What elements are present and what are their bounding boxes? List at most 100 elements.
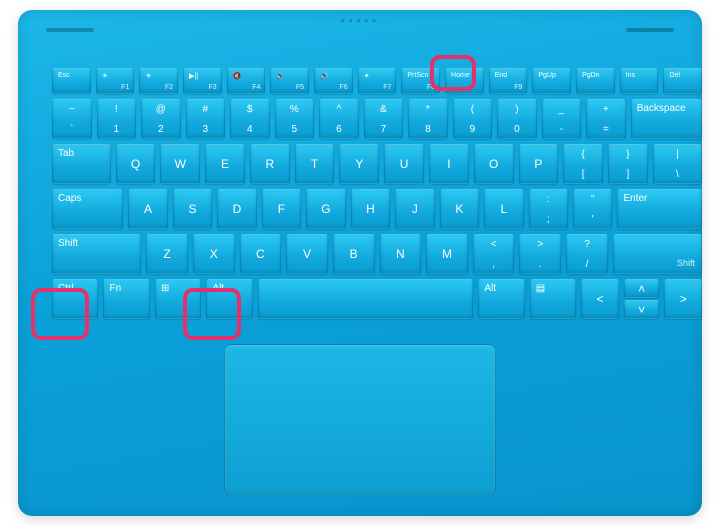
key-f5-label: 🔉: [276, 72, 285, 80]
key-quote[interactable]: "': [573, 189, 612, 229]
key-backslash[interactable]: |\: [653, 144, 702, 184]
key-f2-sub: F2: [165, 84, 173, 91]
key-f2-label: ☀: [145, 72, 151, 80]
key-f3-sub: F3: [209, 84, 217, 91]
key-h[interactable]: H: [351, 189, 390, 229]
key-slash[interactable]: ?/: [566, 234, 608, 274]
key-8[interactable]: *8: [408, 99, 448, 139]
key-4[interactable]: $4: [230, 99, 270, 139]
key-z[interactable]: Z: [146, 234, 188, 274]
key-3[interactable]: #3: [186, 99, 226, 139]
key-comma[interactable]: <,: [473, 234, 515, 274]
key-r[interactable]: R: [250, 144, 290, 184]
key-f1-label: ☀: [102, 72, 108, 80]
key-fn[interactable]: Fn: [103, 279, 149, 319]
key-c[interactable]: C: [240, 234, 282, 274]
key-pgdn[interactable]: PgDn: [576, 68, 615, 94]
key-backspace[interactable]: Backspace: [631, 99, 702, 139]
key-prtscn[interactable]: PrtScnF8: [401, 68, 440, 94]
key-end-sub: F9: [514, 84, 522, 91]
key-tab[interactable]: Tab: [52, 144, 111, 184]
key-menu[interactable]: ▤: [530, 279, 576, 319]
key-semicolon[interactable]: :;: [529, 189, 568, 229]
key-pgup[interactable]: PgUp: [532, 68, 571, 94]
key-lctrl[interactable]: Ctrl: [52, 279, 98, 319]
key-o[interactable]: O: [474, 144, 514, 184]
key-w[interactable]: W: [160, 144, 200, 184]
key-del[interactable]: Del: [663, 68, 702, 94]
key-up[interactable]: ˄: [624, 279, 660, 298]
key-f3[interactable]: ▶||F3: [183, 68, 222, 94]
key-l[interactable]: L: [484, 189, 523, 229]
key-g[interactable]: G: [306, 189, 345, 229]
key-p[interactable]: P: [519, 144, 559, 184]
key-f4[interactable]: 🔇F4: [227, 68, 266, 94]
key-k[interactable]: K: [440, 189, 479, 229]
key-f7-label: ✦: [364, 72, 370, 80]
surface-type-cover: ●●●●● Esc☀F1☀F2▶||F3🔇F4🔉F5🔊F6✦F7PrtScnF8…: [18, 10, 702, 516]
key-a[interactable]: A: [128, 189, 167, 229]
key-caps[interactable]: Caps: [52, 189, 123, 229]
key-9[interactable]: (9: [453, 99, 493, 139]
key-equals[interactable]: +=: [586, 99, 626, 139]
key-f2[interactable]: ☀ F2: [139, 68, 178, 94]
key-end[interactable]: End F9: [489, 68, 528, 94]
key-f7-sub: F7: [383, 84, 391, 91]
key-y[interactable]: Y: [339, 144, 379, 184]
key-x[interactable]: X: [193, 234, 235, 274]
key-home[interactable]: Home: [445, 68, 484, 94]
key-q[interactable]: Q: [116, 144, 156, 184]
key-minus[interactable]: _-: [542, 99, 582, 139]
key-v[interactable]: V: [286, 234, 328, 274]
key-caps-label: Caps: [58, 193, 81, 204]
key-t[interactable]: T: [295, 144, 335, 184]
key-6[interactable]: ^6: [319, 99, 359, 139]
key-f[interactable]: F: [262, 189, 301, 229]
key-rbracket[interactable]: }]: [608, 144, 648, 184]
key-f1-sub: F1: [121, 84, 129, 91]
key-grave[interactable]: ~`: [52, 99, 92, 139]
key-f1[interactable]: ☀ F1: [96, 68, 135, 94]
key-left[interactable]: <: [581, 279, 619, 319]
key-b[interactable]: B: [333, 234, 375, 274]
key-esc[interactable]: Esc: [52, 68, 91, 94]
trackpad[interactable]: [224, 344, 496, 496]
key-period[interactable]: >.: [519, 234, 561, 274]
key-esc-label: Esc: [58, 72, 70, 79]
key-e[interactable]: E: [205, 144, 245, 184]
key-0[interactable]: )0: [497, 99, 537, 139]
key-7[interactable]: &7: [364, 99, 404, 139]
key-win-label: ⊞: [161, 283, 169, 294]
key-down[interactable]: ˅: [624, 300, 660, 319]
key-enter-label: Enter: [623, 193, 647, 204]
key-f6[interactable]: 🔊F6: [314, 68, 353, 94]
key-m[interactable]: M: [426, 234, 468, 274]
key-lalt[interactable]: Alt: [206, 279, 252, 319]
key-f7[interactable]: ✦ F7: [358, 68, 397, 94]
key-f5[interactable]: 🔉 F5: [270, 68, 309, 94]
key-n[interactable]: N: [380, 234, 422, 274]
key-lshift[interactable]: Shift: [52, 234, 141, 274]
key-j[interactable]: J: [395, 189, 434, 229]
key-enter[interactable]: Enter: [617, 189, 701, 229]
key-1[interactable]: !1: [97, 99, 137, 139]
key-ralt[interactable]: Alt: [478, 279, 524, 319]
key-ins[interactable]: Ins: [620, 68, 659, 94]
key-f5-sub: F5: [296, 84, 304, 91]
key-end-label: End: [495, 72, 507, 79]
key-right[interactable]: >: [664, 279, 702, 319]
key-2[interactable]: @2: [141, 99, 181, 139]
key-f4-label: 🔇: [233, 72, 242, 80]
key-i[interactable]: I: [429, 144, 469, 184]
key-rshift[interactable]: Shift: [613, 234, 702, 274]
key-prtscn-sub: F8: [427, 84, 435, 91]
key-u[interactable]: U: [384, 144, 424, 184]
keyboard: Esc☀F1☀F2▶||F3🔇F4🔉F5🔊F6✦F7PrtScnF8HomeEn…: [52, 68, 702, 324]
key-d[interactable]: D: [217, 189, 256, 229]
key-win[interactable]: ⊞: [155, 279, 201, 319]
key-tab-label: Tab: [58, 148, 74, 159]
key-space[interactable]: [258, 279, 473, 319]
key-5[interactable]: %5: [275, 99, 315, 139]
key-s[interactable]: S: [173, 189, 212, 229]
key-lbracket[interactable]: {[: [563, 144, 603, 184]
